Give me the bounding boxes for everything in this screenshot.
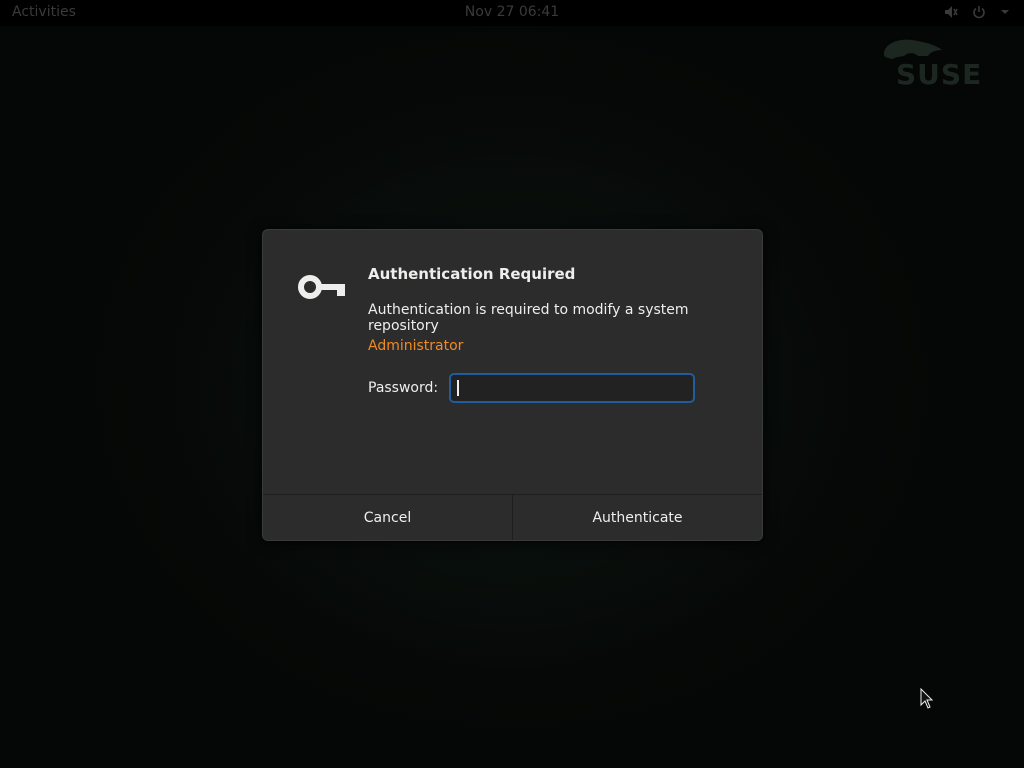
password-label: Password:: [368, 380, 439, 396]
chevron-down-icon[interactable]: [1000, 7, 1010, 17]
password-input[interactable]: [449, 373, 695, 403]
clock[interactable]: Nov 27 06:41: [0, 4, 1024, 20]
suse-logo: SUSE: [876, 36, 988, 92]
logo-text: SUSE: [896, 58, 983, 91]
authentication-dialog: Authentication Required Authentication i…: [262, 229, 763, 541]
key-icon: [298, 275, 345, 299]
top-bar: Activities Nov 27 06:41: [0, 0, 1024, 26]
dialog-title: Authentication Required: [368, 265, 576, 283]
volume-muted-icon[interactable]: [944, 5, 958, 19]
dialog-message: Authentication is required to modify a s…: [368, 302, 689, 334]
mouse-pointer-icon: [920, 688, 934, 709]
cancel-button[interactable]: Cancel: [263, 495, 512, 540]
user-name[interactable]: Administrator: [368, 338, 463, 354]
authenticate-button[interactable]: Authenticate: [512, 495, 762, 540]
desktop: Activities Nov 27 06:41 SUSE Authenticat…: [0, 0, 1024, 768]
dialog-button-row: Cancel Authenticate: [263, 494, 762, 540]
text-caret: [457, 380, 459, 396]
system-tray[interactable]: [944, 5, 1010, 19]
power-icon[interactable]: [972, 5, 986, 19]
